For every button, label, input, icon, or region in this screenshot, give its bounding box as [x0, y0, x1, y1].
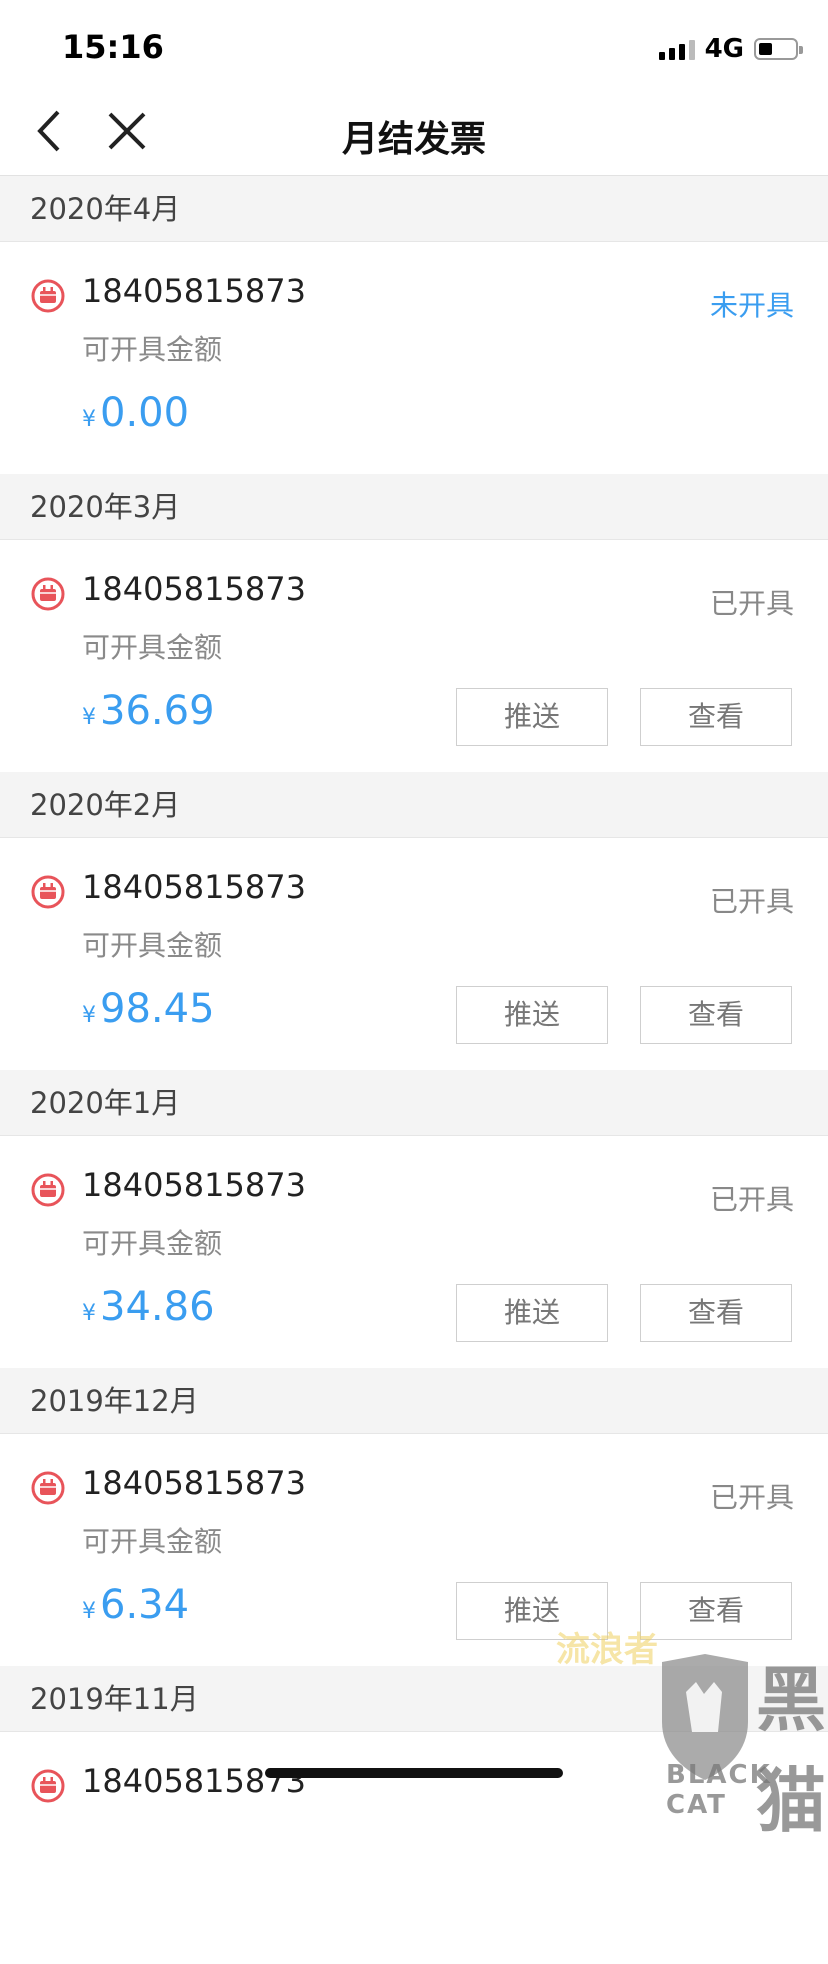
invoice-icon — [30, 1172, 66, 1208]
invoice-list: 2020年4月 18405815873 可开具金额 未开具 ¥0.00 2020… — [0, 176, 828, 1964]
invoice-card[interactable]: 18405815873 可开具金额 未开具 ¥0.00 — [0, 242, 828, 474]
currency-symbol: ¥ — [82, 407, 96, 432]
push-button[interactable]: 推送 — [456, 688, 608, 746]
amount: ¥36.69 — [82, 688, 215, 734]
month-header: 2019年12月 — [0, 1368, 828, 1434]
status-indicators: 4G — [658, 34, 803, 64]
invoice-card: 18405815873 可开具金额 已开具 ¥98.45 推送 查看 — [0, 838, 828, 1070]
currency-symbol: ¥ — [82, 1301, 96, 1326]
month-header: 2019年11月 — [0, 1666, 828, 1732]
home-indicator[interactable] — [265, 1768, 563, 1778]
push-button[interactable]: 推送 — [456, 1582, 608, 1640]
invoice-card: 18405815873 可开具金额 已开具 ¥36.69 推送 查看 — [0, 540, 828, 772]
invoice-status: 已开具 — [709, 1183, 794, 1216]
month-header: 2020年3月 — [0, 474, 828, 540]
account-number: 18405815873 — [82, 1166, 306, 1204]
invoice-icon — [30, 1470, 66, 1506]
amount-value: 98.45 — [100, 986, 215, 1032]
month-header: 2020年2月 — [0, 772, 828, 838]
view-button[interactable]: 查看 — [640, 986, 792, 1044]
account-number: 18405815873 — [82, 570, 306, 608]
amount-label: 可开具金额 — [82, 1525, 223, 1558]
invoice-status: 已开具 — [709, 885, 794, 918]
account-number: 18405815873 — [82, 1464, 306, 1502]
push-button[interactable]: 推送 — [456, 986, 608, 1044]
account-number: 18405815873 — [82, 272, 306, 310]
amount-label: 可开具金额 — [82, 1227, 223, 1260]
amount-value: 6.34 — [100, 1582, 190, 1628]
amount: ¥0.00 — [82, 390, 189, 436]
invoice-card: 18405815873 — [0, 1732, 828, 1964]
amount-value: 36.69 — [100, 688, 215, 734]
account-number: 18405815873 — [82, 868, 306, 906]
amount-label: 可开具金额 — [82, 929, 223, 962]
currency-symbol: ¥ — [82, 1003, 96, 1028]
push-button[interactable]: 推送 — [456, 1284, 608, 1342]
view-button[interactable]: 查看 — [640, 1582, 792, 1640]
battery-icon — [754, 38, 803, 60]
invoice-status: 已开具 — [709, 587, 794, 620]
signal-icon — [658, 38, 695, 60]
view-button[interactable]: 查看 — [640, 1284, 792, 1342]
network-type: 4G — [704, 34, 744, 64]
page-title: 月结发票 — [341, 119, 486, 160]
invoice-card: 18405815873 可开具金额 已开具 ¥34.86 推送 查看 — [0, 1136, 828, 1368]
currency-symbol: ¥ — [82, 705, 96, 730]
month-header: 2020年4月 — [0, 176, 828, 242]
invoice-icon — [30, 874, 66, 910]
amount-label: 可开具金额 — [82, 333, 223, 366]
amount: ¥34.86 — [82, 1284, 215, 1330]
status-time: 15:16 — [62, 28, 164, 66]
invoice-icon — [30, 576, 66, 612]
invoice-status[interactable]: 未开具 — [710, 284, 794, 324]
invoice-card: 18405815873 可开具金额 已开具 ¥6.34 推送 查看 — [0, 1434, 828, 1666]
amount-value: 0.00 — [100, 390, 190, 436]
amount-value: 34.86 — [100, 1284, 215, 1330]
invoice-icon — [30, 1768, 66, 1804]
amount: ¥98.45 — [82, 986, 215, 1032]
invoice-status: 已开具 — [709, 1481, 794, 1514]
view-button[interactable]: 查看 — [640, 688, 792, 746]
nav-bar: 月结发票 — [0, 100, 828, 176]
month-header: 2020年1月 — [0, 1070, 828, 1136]
invoice-icon — [30, 278, 66, 314]
amount-label: 可开具金额 — [82, 631, 223, 664]
amount: ¥6.34 — [82, 1582, 189, 1628]
currency-symbol: ¥ — [82, 1599, 96, 1624]
status-bar: 15:16 4G — [0, 0, 828, 100]
